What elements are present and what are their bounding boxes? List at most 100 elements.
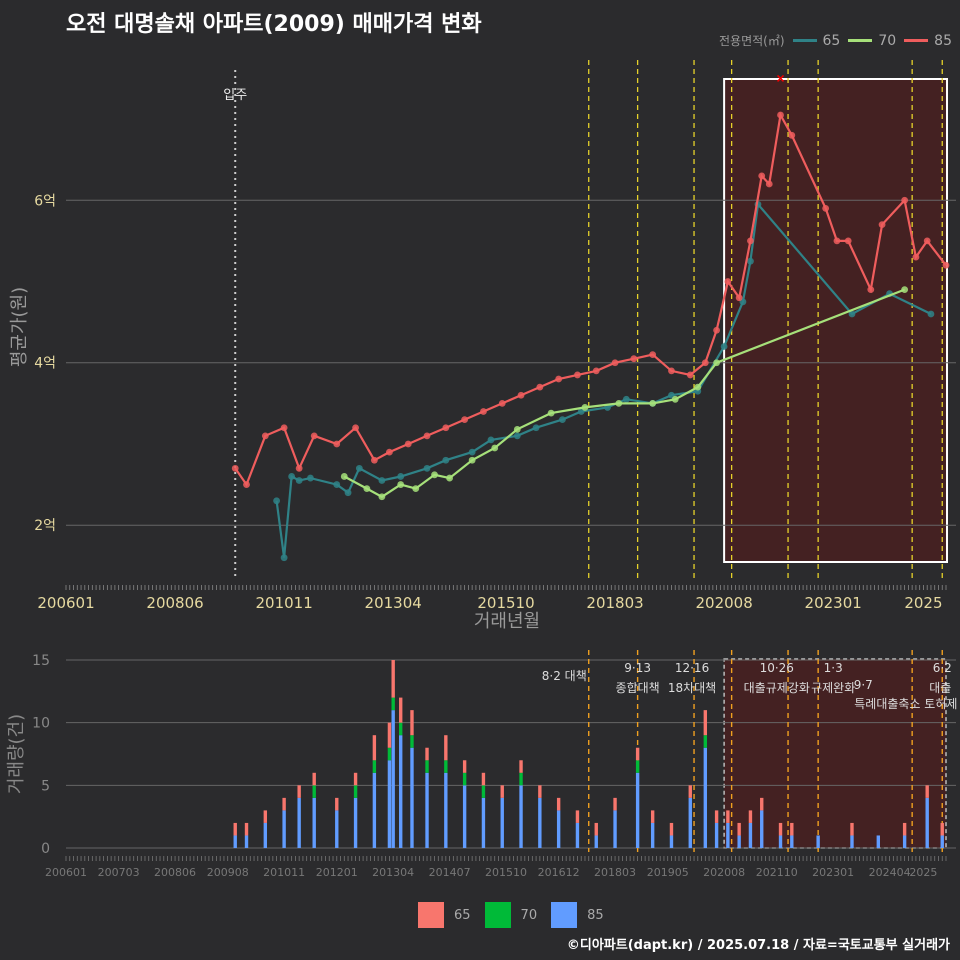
bar-segment-85 [748, 822, 753, 848]
data-point-85 [310, 432, 318, 440]
bar-segment-65 [635, 747, 640, 761]
data-point-85 [243, 481, 250, 488]
bar-segment-85 [790, 835, 794, 848]
data-point-85 [370, 456, 378, 464]
move-in-label: 입주 [223, 88, 247, 103]
bar-segment-65 [902, 822, 907, 836]
bar-segment-85 [650, 822, 655, 848]
bar-segment-65 [519, 760, 523, 773]
bar-segment-85 [425, 772, 429, 848]
bar-segment-70 [312, 785, 316, 798]
bar-legend-item-85: 85 [551, 902, 604, 928]
bar-segment-70 [372, 760, 377, 773]
data-point-70 [694, 383, 702, 391]
bar-segment-85 [688, 797, 692, 848]
x-tick-label-0: 200601 [37, 594, 94, 612]
bar-segment-85 [876, 835, 880, 848]
data-point-85 [352, 424, 359, 432]
data-point-85 [923, 237, 931, 245]
data-point-85 [747, 237, 754, 245]
bar-segment-65 [737, 822, 741, 836]
bar-segment-85 [737, 835, 741, 848]
bar-y-tick-label-0: 0 [41, 841, 50, 857]
data-point-70 [547, 409, 555, 417]
bar-x-tick-label-12: 202008 [703, 866, 745, 879]
data-point-85 [758, 172, 766, 180]
data-point-65 [442, 456, 450, 464]
data-point-65 [295, 477, 303, 484]
bar-x-tick-label-8: 201510 [485, 866, 527, 879]
bar-segment-65 [481, 772, 486, 786]
policy-annotation-0: 8·2 대책 [542, 668, 587, 683]
bar-y-tick-label-1: 5 [41, 778, 50, 794]
bar-segment-65 [760, 797, 764, 811]
bar-legend-swatch-65 [418, 902, 444, 928]
bar-x-tick-label-6: 201304 [372, 866, 414, 879]
data-point-85 [386, 448, 393, 456]
bar-segment-65 [714, 810, 719, 823]
data-point-85 [442, 424, 450, 432]
bar-segment-65 [297, 785, 301, 798]
bar-segment-85 [399, 735, 403, 848]
bar-x-tick-label-13: 202110 [756, 866, 798, 879]
bar-segment-85 [902, 835, 907, 848]
bar-segment-65 [372, 735, 377, 761]
bar-segment-85 [613, 810, 617, 848]
bar-x-tick-label-7: 201407 [429, 866, 471, 879]
chart-canvas: 오전 대명솔채 아파트(2009) 매매가격 변화 전용면적(㎡) 65 70 … [0, 0, 960, 960]
bar-x-tick-label-1: 200703 [98, 866, 140, 879]
policy-annotation-12: 대출 [929, 681, 951, 695]
bar-legend-label-65: 65 [454, 907, 471, 923]
bar-segment-65 [263, 810, 268, 823]
data-point-85 [592, 367, 600, 375]
data-point-70 [340, 473, 348, 480]
data-point-70 [581, 404, 589, 411]
data-point-65 [273, 497, 280, 505]
bar-x-tick-label-2: 200806 [154, 866, 196, 879]
bar-y-tick-label-2: 10 [32, 716, 50, 732]
bar-segment-85 [778, 835, 783, 848]
bar-segment-85 [233, 835, 237, 848]
bar-segment-65 [462, 760, 467, 773]
data-point-85 [724, 278, 732, 285]
data-point-65 [513, 432, 521, 440]
data-point-85 [280, 424, 288, 432]
bar-segment-65 [233, 822, 237, 836]
data-point-85 [912, 253, 920, 261]
bar-segment-85 [925, 797, 929, 848]
bar-x-tick-label-14: 202301 [812, 866, 854, 879]
data-point-65 [423, 464, 431, 472]
chart-svg: 2억 4억 6억 입주 200601 200806 201011 201304 201510 20… [6, 60, 960, 879]
bar-legend-label-70: 70 [520, 907, 538, 923]
bar-segment-85 [335, 810, 339, 848]
policy-annotation-2: 종합대책 [616, 680, 660, 695]
data-point-65 [333, 481, 341, 488]
data-point-85 [295, 464, 303, 472]
data-point-85 [701, 359, 709, 367]
data-point-85 [833, 237, 841, 245]
data-point-85 [611, 359, 619, 367]
bar-segment-85 [760, 810, 764, 848]
credit-text: ©디아파트(dapt.kr) / 2025.07.18 / 자료=국토교통부 실… [566, 938, 950, 953]
bar-x-tick-label-5: 201201 [316, 866, 358, 879]
bar-x-tick-label-11: 201905 [647, 866, 689, 879]
bar-legend-label-85: 85 [587, 907, 604, 923]
bar-segment-70 [425, 760, 429, 773]
data-point-70 [491, 444, 499, 452]
bar-segment-65 [410, 710, 414, 736]
bar-segment-85 [575, 822, 580, 848]
policy-annotation-11: 6·2 [933, 661, 952, 675]
data-point-65 [307, 474, 314, 482]
x-tick-label-3: 201304 [365, 594, 422, 612]
data-point-85 [735, 294, 743, 302]
x-tick-label-6: 202008 [695, 594, 752, 612]
bar-segment-85 [263, 822, 268, 848]
bar-segment-85 [481, 797, 486, 848]
bar-segment-65 [748, 810, 753, 823]
bar-segment-65 [940, 822, 944, 836]
bar-segment-65 [556, 797, 561, 811]
policy-annotation-6: 대출규제강화 [744, 681, 810, 695]
policy-annotation-7: 1·3 [824, 661, 843, 675]
data-point-70 [363, 485, 371, 493]
data-point-85 [713, 326, 720, 334]
